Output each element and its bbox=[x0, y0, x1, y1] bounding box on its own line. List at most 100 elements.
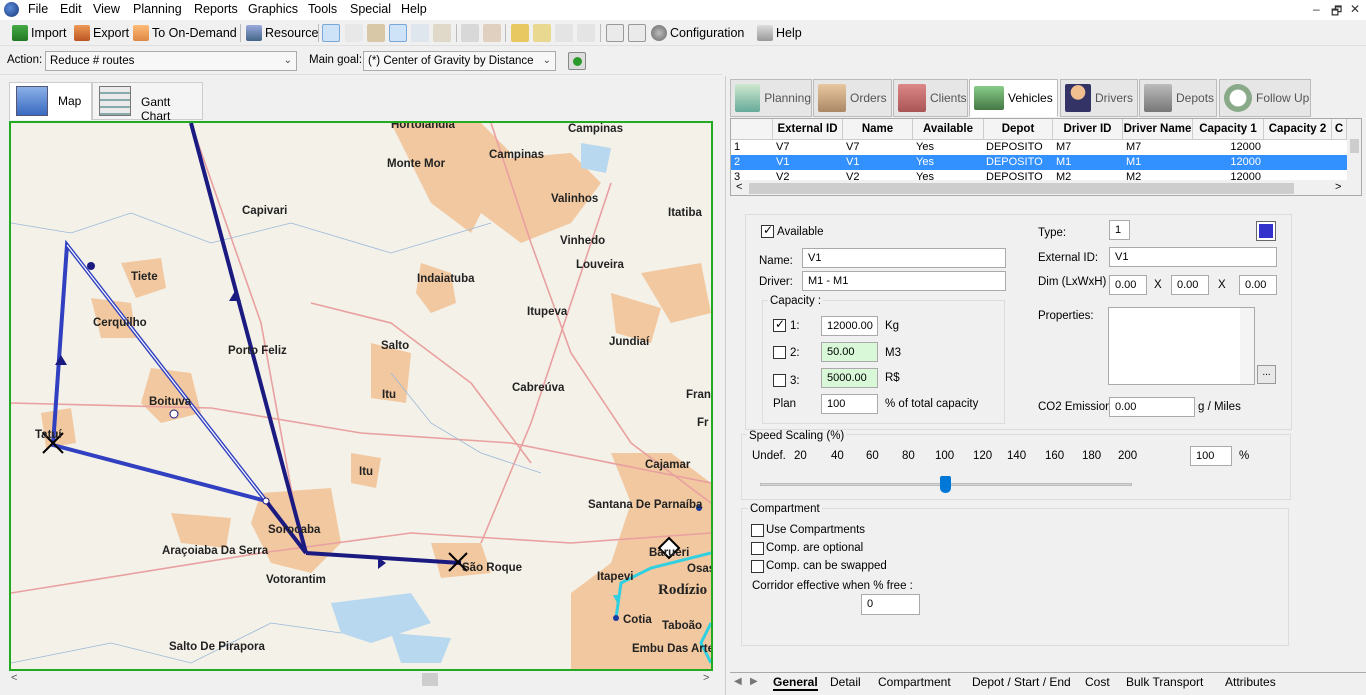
tab-scroll-left-icon[interactable]: ◀ bbox=[734, 676, 742, 687]
list-icon[interactable] bbox=[606, 24, 624, 42]
scroll-left-icon[interactable]: < bbox=[11, 672, 17, 684]
scroll-right-icon[interactable]: > bbox=[703, 672, 709, 684]
route-map[interactable]: Hortolândia Campinas Monte Mor Campinas … bbox=[9, 121, 713, 671]
vehicle-color-button[interactable] bbox=[1256, 221, 1276, 241]
dim-length-field[interactable]: 0.00 bbox=[1109, 275, 1147, 295]
menu-special[interactable]: Special bbox=[350, 2, 391, 16]
minimize-button[interactable]: – bbox=[1313, 2, 1320, 16]
type-field[interactable]: 1 bbox=[1109, 220, 1130, 240]
capacity-1-checkbox[interactable] bbox=[773, 317, 786, 332]
column-header[interactable]: C bbox=[1332, 119, 1347, 140]
tab-clients[interactable]: Clients bbox=[893, 79, 968, 117]
main-goal-select[interactable]: (*) Center of Gravity by Distance ⌄ bbox=[363, 51, 556, 71]
column-header[interactable]: Capacity 1 bbox=[1193, 119, 1264, 140]
co2-emission-field[interactable]: 0.00 bbox=[1109, 397, 1195, 417]
menu-view[interactable]: View bbox=[93, 2, 120, 16]
column-header[interactable]: External ID bbox=[773, 119, 843, 140]
zoom-window-icon[interactable] bbox=[389, 24, 407, 42]
table-row[interactable]: 3 V2 V2 Yes DEPOSITO M2 M2 12000 bbox=[731, 170, 1347, 180]
properties-more-button[interactable]: ... bbox=[1257, 365, 1276, 384]
column-header[interactable]: Name bbox=[843, 119, 913, 140]
tab-follow-up[interactable]: Follow Up bbox=[1219, 79, 1311, 117]
comp-swapped-checkbox[interactable] bbox=[751, 560, 764, 573]
undo-icon[interactable] bbox=[555, 24, 573, 42]
use-compartments-checkbox[interactable] bbox=[751, 524, 764, 537]
tab-depots[interactable]: Depots bbox=[1139, 79, 1217, 117]
map-horizontal-scrollbar[interactable]: < > bbox=[9, 671, 713, 688]
tab-orders[interactable]: Orders bbox=[813, 79, 892, 117]
corridor-field[interactable]: 0 bbox=[861, 594, 920, 615]
table-vertical-scrollbar[interactable] bbox=[1347, 119, 1361, 180]
driver-field[interactable]: M1 - M1 bbox=[802, 271, 1006, 291]
table-row[interactable]: 1 V7 V7 Yes DEPOSITO M7 M7 12000 bbox=[731, 140, 1347, 155]
external-id-field[interactable]: V1 bbox=[1109, 247, 1277, 267]
tab-general[interactable]: General bbox=[773, 675, 818, 691]
tab-depot-start-end[interactable]: Depot / Start / End bbox=[972, 675, 1071, 689]
scroll-left-icon[interactable]: < bbox=[736, 181, 742, 193]
unlock-icon[interactable] bbox=[533, 24, 551, 42]
lock-icon[interactable] bbox=[511, 24, 529, 42]
column-header[interactable]: Driver ID bbox=[1053, 119, 1123, 140]
menu-file[interactable]: File bbox=[28, 2, 48, 16]
capacity-3-field[interactable]: 5000.00 bbox=[821, 368, 878, 388]
menu-reports[interactable]: Reports bbox=[194, 2, 238, 16]
route-optimize-icon[interactable] bbox=[483, 24, 501, 42]
menu-edit[interactable]: Edit bbox=[60, 2, 82, 16]
redo-icon[interactable] bbox=[577, 24, 595, 42]
plan-field[interactable]: 100 bbox=[821, 394, 878, 414]
menu-tools[interactable]: Tools bbox=[308, 2, 337, 16]
info-icon[interactable] bbox=[628, 24, 646, 42]
table-horizontal-scrollbar[interactable]: < > bbox=[731, 180, 1361, 195]
column-header[interactable]: Depot bbox=[984, 119, 1053, 140]
dim-width-field[interactable]: 0.00 bbox=[1171, 275, 1209, 295]
help-button[interactable]: Help bbox=[757, 24, 802, 42]
scroll-thumb[interactable] bbox=[1350, 139, 1359, 153]
menu-graphics[interactable]: Graphics bbox=[248, 2, 298, 16]
route-split-icon[interactable] bbox=[461, 24, 479, 42]
tab-gantt-chart[interactable]: Gantt Chart bbox=[92, 82, 203, 123]
tab-detail[interactable]: Detail bbox=[830, 675, 861, 689]
tab-bulk-transport[interactable]: Bulk Transport bbox=[1126, 675, 1203, 689]
export-button[interactable]: Export bbox=[74, 24, 129, 42]
capacity-1-field[interactable]: 12000.00 bbox=[821, 316, 878, 336]
tab-planning[interactable]: Planning bbox=[730, 79, 812, 117]
available-checkbox[interactable] bbox=[761, 223, 774, 238]
speed-value-field[interactable]: 100 bbox=[1190, 446, 1232, 466]
tab-drivers[interactable]: Drivers bbox=[1060, 79, 1138, 117]
tab-attributes[interactable]: Attributes bbox=[1225, 675, 1276, 689]
map-refresh-icon[interactable] bbox=[433, 24, 451, 42]
properties-textarea[interactable] bbox=[1108, 307, 1255, 385]
column-header[interactable]: Driver Name bbox=[1123, 119, 1193, 140]
menu-planning[interactable]: Planning bbox=[133, 2, 182, 16]
speed-slider-thumb[interactable] bbox=[940, 476, 951, 493]
import-button[interactable]: Import bbox=[12, 24, 66, 42]
resource-button[interactable]: Resource bbox=[246, 24, 319, 42]
tab-cost[interactable]: Cost bbox=[1085, 675, 1110, 689]
capacity-2-field[interactable]: 50.00 bbox=[821, 342, 878, 362]
zoom-icon[interactable] bbox=[322, 24, 340, 42]
column-header[interactable]: Available bbox=[913, 119, 984, 140]
run-optimization-button[interactable] bbox=[568, 52, 586, 70]
close-button[interactable]: ✕ bbox=[1350, 2, 1360, 16]
table-row-selected[interactable]: 2 V1 V1 Yes DEPOSITO M1 M1 12000 bbox=[731, 155, 1347, 170]
capacity-2-checkbox[interactable] bbox=[773, 346, 786, 359]
to-on-demand-button[interactable]: To On-Demand bbox=[133, 24, 237, 42]
name-field[interactable]: V1 bbox=[802, 248, 1006, 268]
scroll-right-icon[interactable]: > bbox=[1335, 181, 1341, 193]
pointer-icon[interactable] bbox=[345, 24, 363, 42]
tab-scroll-right-icon[interactable]: ▶ bbox=[750, 676, 758, 687]
capacity-3-checkbox[interactable] bbox=[773, 374, 786, 387]
tab-compartment[interactable]: Compartment bbox=[878, 675, 951, 689]
comp-optional-checkbox[interactable] bbox=[751, 542, 764, 555]
scroll-thumb[interactable] bbox=[749, 183, 1294, 194]
select-area-icon[interactable] bbox=[367, 24, 385, 42]
tab-map[interactable]: Map bbox=[9, 82, 92, 120]
dim-height-field[interactable]: 0.00 bbox=[1239, 275, 1277, 295]
action-select[interactable]: Reduce # routes ⌄ bbox=[45, 51, 297, 71]
menu-help[interactable]: Help bbox=[401, 2, 427, 16]
configuration-button[interactable]: Configuration bbox=[651, 24, 744, 42]
zoom-fit-icon[interactable] bbox=[411, 24, 429, 42]
column-header[interactable]: Capacity 2 bbox=[1264, 119, 1332, 140]
tab-vehicles[interactable]: Vehicles bbox=[969, 79, 1058, 117]
properties-scrollbar[interactable] bbox=[1240, 308, 1254, 384]
